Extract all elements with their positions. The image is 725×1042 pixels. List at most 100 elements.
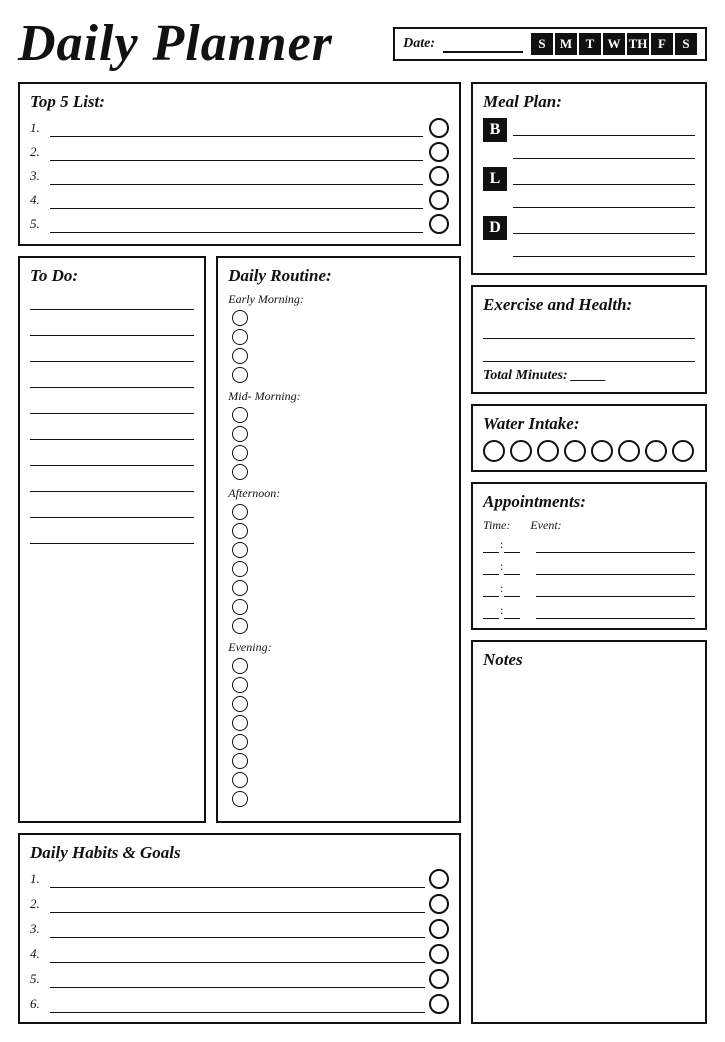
day-cell: S bbox=[675, 33, 697, 55]
habit-line[interactable] bbox=[50, 870, 425, 888]
appt-min[interactable] bbox=[504, 605, 520, 619]
routine-checkbox[interactable] bbox=[232, 696, 248, 712]
routine-checkbox[interactable] bbox=[232, 523, 248, 539]
appt-hour[interactable] bbox=[483, 605, 499, 619]
top5-title: Top 5 List: bbox=[30, 92, 449, 112]
routine-checkbox[interactable] bbox=[232, 329, 248, 345]
top5-item-line[interactable] bbox=[50, 191, 423, 209]
days-box: SMTWTHFS bbox=[531, 33, 697, 55]
routine-checkbox[interactable] bbox=[232, 426, 248, 442]
todo-line[interactable] bbox=[30, 448, 194, 466]
routine-checkbox[interactable] bbox=[232, 367, 248, 383]
appointments-section: Appointments: Time: Event: : : : bbox=[471, 482, 707, 630]
routine-checkbox[interactable] bbox=[232, 445, 248, 461]
appt-min[interactable] bbox=[504, 539, 520, 553]
meal-line[interactable] bbox=[513, 239, 695, 257]
todo-line[interactable] bbox=[30, 344, 194, 362]
habit-line[interactable] bbox=[50, 920, 425, 938]
meal-line[interactable] bbox=[513, 216, 695, 234]
appt-min[interactable] bbox=[504, 583, 520, 597]
meal-line[interactable] bbox=[513, 118, 695, 136]
habit-checkbox[interactable] bbox=[429, 969, 449, 989]
appt-hour[interactable] bbox=[483, 561, 499, 575]
water-circle[interactable] bbox=[672, 440, 694, 462]
habit-line[interactable] bbox=[50, 945, 425, 963]
date-input-line[interactable] bbox=[443, 35, 523, 53]
habit-line[interactable] bbox=[50, 970, 425, 988]
top5-item-line[interactable] bbox=[50, 167, 423, 185]
routine-checkbox[interactable] bbox=[232, 618, 248, 634]
meal-line[interactable] bbox=[513, 190, 695, 208]
exercise-line[interactable] bbox=[483, 321, 695, 339]
appt-min[interactable] bbox=[504, 561, 520, 575]
todo-line[interactable] bbox=[30, 292, 194, 310]
routine-checkbox[interactable] bbox=[232, 734, 248, 750]
meal-line[interactable] bbox=[513, 141, 695, 159]
routine-checkbox[interactable] bbox=[232, 580, 248, 596]
appt-event-line[interactable] bbox=[536, 605, 695, 619]
routine-checkbox[interactable] bbox=[232, 561, 248, 577]
todo-line[interactable] bbox=[30, 396, 194, 414]
date-days-box: Date: SMTWTHFS bbox=[393, 27, 707, 61]
routine-checkbox[interactable] bbox=[232, 504, 248, 520]
day-cell: M bbox=[555, 33, 577, 55]
routine-subsection: Early Morning: bbox=[228, 292, 449, 383]
water-circle[interactable] bbox=[564, 440, 586, 462]
habits-title: Daily Habits & Goals bbox=[30, 843, 449, 863]
habit-line[interactable] bbox=[50, 895, 425, 913]
meal-letter: D bbox=[483, 216, 507, 240]
water-circle[interactable] bbox=[483, 440, 505, 462]
todo-line[interactable] bbox=[30, 318, 194, 336]
todo-line[interactable] bbox=[30, 526, 194, 544]
routine-checkbox[interactable] bbox=[232, 677, 248, 693]
todo-line[interactable] bbox=[30, 500, 194, 518]
routine-checkbox[interactable] bbox=[232, 791, 248, 807]
routine-checkbox[interactable] bbox=[232, 772, 248, 788]
appt-event-line[interactable] bbox=[536, 539, 695, 553]
habit-checkbox[interactable] bbox=[429, 869, 449, 889]
routine-items bbox=[228, 658, 449, 807]
todo-line[interactable] bbox=[30, 422, 194, 440]
top5-item-line[interactable] bbox=[50, 119, 423, 137]
water-circle[interactable] bbox=[618, 440, 640, 462]
habit-num: 6. bbox=[30, 996, 46, 1012]
routine-checkbox[interactable] bbox=[232, 407, 248, 423]
top5-checkbox[interactable] bbox=[429, 142, 449, 162]
habit-line[interactable] bbox=[50, 995, 425, 1013]
habit-checkbox[interactable] bbox=[429, 944, 449, 964]
routine-checkbox[interactable] bbox=[232, 348, 248, 364]
top5-checkbox[interactable] bbox=[429, 190, 449, 210]
routine-checkbox[interactable] bbox=[232, 310, 248, 326]
routine-checkbox[interactable] bbox=[232, 599, 248, 615]
routine-checkbox[interactable] bbox=[232, 715, 248, 731]
water-circle[interactable] bbox=[537, 440, 559, 462]
habit-checkbox[interactable] bbox=[429, 919, 449, 939]
todo-title: To Do: bbox=[30, 266, 194, 286]
top5-checkbox[interactable] bbox=[429, 214, 449, 234]
todo-line[interactable] bbox=[30, 474, 194, 492]
appt-colon: : bbox=[500, 581, 503, 596]
water-circle[interactable] bbox=[510, 440, 532, 462]
habit-checkbox[interactable] bbox=[429, 994, 449, 1014]
appt-hour[interactable] bbox=[483, 539, 499, 553]
appt-event-line[interactable] bbox=[536, 583, 695, 597]
water-circle[interactable] bbox=[591, 440, 613, 462]
notes-title: Notes bbox=[483, 650, 695, 670]
habit-num: 5. bbox=[30, 971, 46, 987]
routine-checkbox[interactable] bbox=[232, 542, 248, 558]
habit-checkbox[interactable] bbox=[429, 894, 449, 914]
appt-event-line[interactable] bbox=[536, 561, 695, 575]
routine-checkbox[interactable] bbox=[232, 753, 248, 769]
day-cell: T bbox=[579, 33, 601, 55]
routine-checkbox[interactable] bbox=[232, 658, 248, 674]
top5-item-line[interactable] bbox=[50, 143, 423, 161]
top5-checkbox[interactable] bbox=[429, 166, 449, 186]
exercise-line[interactable] bbox=[483, 344, 695, 362]
appt-hour[interactable] bbox=[483, 583, 499, 597]
water-circle[interactable] bbox=[645, 440, 667, 462]
routine-checkbox[interactable] bbox=[232, 464, 248, 480]
todo-line[interactable] bbox=[30, 370, 194, 388]
top5-checkbox[interactable] bbox=[429, 118, 449, 138]
top5-item-line[interactable] bbox=[50, 215, 423, 233]
meal-line[interactable] bbox=[513, 167, 695, 185]
